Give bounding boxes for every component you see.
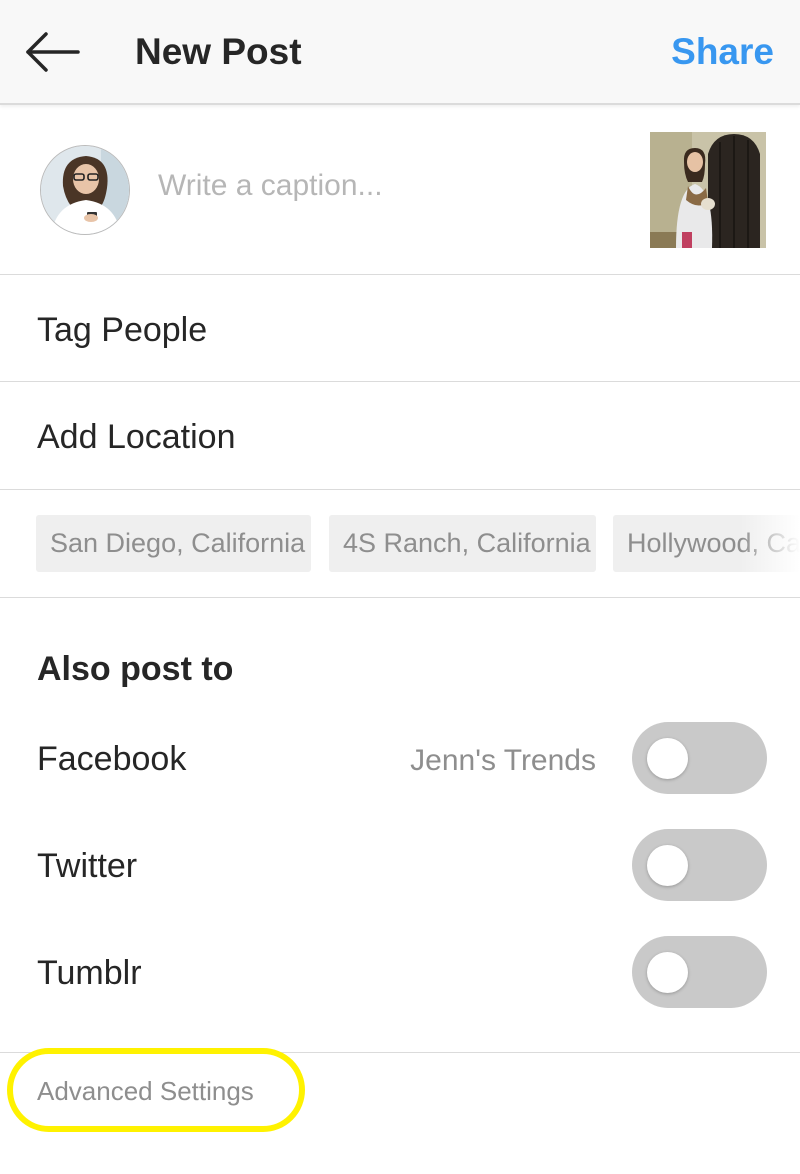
add-location-row[interactable]: Add Location [0,382,800,490]
toggle-knob [647,845,688,886]
toggle-knob [647,738,688,779]
facebook-toggle[interactable] [632,722,767,794]
add-location-label: Add Location [37,418,236,456]
twitter-label: Twitter [37,847,138,885]
back-button[interactable] [22,28,82,76]
tumblr-toggle[interactable] [632,936,767,1008]
tag-people-row[interactable]: Tag People [0,275,800,382]
location-chip[interactable]: San Diego, California [36,515,311,572]
page-title: New Post [135,31,302,72]
facebook-account-name[interactable]: Jenn's Trends [410,744,596,778]
location-chip[interactable]: 4S Ranch, California [329,515,596,572]
top-bar: New Post Share [0,0,800,105]
profile-photo [41,146,129,234]
tumblr-label: Tumblr [37,954,142,992]
also-post-to-heading: Also post to [37,650,234,688]
avatar [40,145,130,235]
post-thumbnail[interactable] [650,132,766,248]
post-photo [650,132,766,248]
location-chip[interactable]: Hollywood, California [613,515,800,572]
advanced-settings-link[interactable]: Advanced Settings [37,1076,254,1107]
caption-row [0,107,800,275]
share-button[interactable]: Share [671,31,774,73]
caption-input[interactable] [158,169,618,203]
tag-people-label: Tag People [37,311,208,349]
toggle-knob [647,952,688,993]
arrow-left-icon [26,32,80,72]
twitter-toggle[interactable] [632,829,767,901]
divider [0,1052,800,1053]
facebook-label: Facebook [37,740,187,778]
location-suggestions: San Diego, California 4S Ranch, Californ… [0,490,800,598]
